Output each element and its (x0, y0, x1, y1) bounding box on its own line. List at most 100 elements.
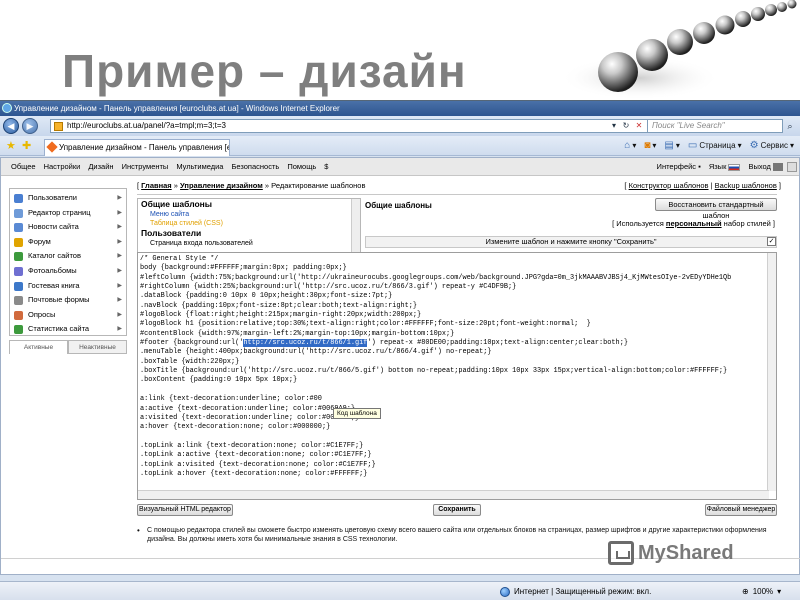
url-dropdown-icon[interactable]: ▾ (608, 120, 620, 132)
chevron-right-icon: ▶ (117, 282, 122, 289)
file-manager-button[interactable]: Файловый менеджер (705, 504, 777, 516)
command-bar: ⌂ ▾ ◙ ▾ ▤ ▾ ▭ Страница ▾ ⚙ Сервис ▾ (624, 139, 794, 153)
tools-menu-label: Сервис (760, 141, 788, 150)
menu-item-design[interactable]: Дизайн (88, 158, 113, 176)
sidebar-item-mail[interactable]: Почтовые формы ▶ (10, 293, 126, 308)
sidebar-item-label: Статистика сайта (28, 324, 90, 334)
add-favorites-icon[interactable]: ✚ (22, 139, 31, 152)
interface-menu[interactable]: Интерфейс ▪ (657, 158, 701, 176)
sidebar-item-guestbook[interactable]: Гостевая книга ▶ (10, 279, 126, 294)
sidebar-item-forum[interactable]: Форум ▶ (10, 235, 126, 250)
print-button[interactable]: ▤ ▾ (664, 139, 679, 153)
page-menu-icon: ▭ (687, 140, 698, 151)
code-line[interactable]: .dataBlock {padding:0 10px 0 10px;height… (140, 292, 766, 301)
favorites-star-icon[interactable]: ★ (6, 139, 16, 152)
code-line[interactable]: .boxTable {width:220px;} (140, 358, 766, 367)
code-line[interactable]: #contentBlock {width:97%;margin-left:2%;… (140, 330, 766, 339)
language-label: Язык (708, 162, 727, 171)
browser-window: Управление дизайном - Панель управления … (0, 100, 800, 600)
tab-active[interactable]: Активные (9, 340, 68, 354)
code-line[interactable]: .topLink a:visited {text-decoration:none… (140, 461, 766, 470)
code-line[interactable]: a:active {text-decoration:underline; col… (140, 405, 766, 414)
option-checkbox[interactable]: ✓ (767, 237, 776, 246)
menu-item-settings[interactable]: Настройки (44, 158, 81, 176)
menu-item-help[interactable]: Помощь (287, 158, 316, 176)
search-input[interactable]: Поиск "Live Search" (647, 119, 783, 133)
url-input[interactable]: http://euroclubs.at.ua/panel/?a=tmpl;m=3… (50, 119, 660, 133)
minimize-icon[interactable] (787, 162, 797, 172)
zoom-control[interactable]: ⊕ 100% ▾ (742, 582, 781, 600)
menu-item-dollar[interactable]: $ (324, 158, 328, 176)
code-line[interactable]: .topLink a:hover {text-decoration:none; … (140, 470, 766, 479)
exit-link[interactable]: Выход (748, 158, 783, 176)
page-menu-button[interactable]: ▭ Страница ▾ (688, 139, 742, 153)
template-item-css[interactable]: Таблица стилей (CSS) (138, 219, 360, 228)
stats-icon (14, 325, 23, 335)
editor-horizontal-scrollbar[interactable] (138, 490, 769, 499)
code-line[interactable]: a:link {text-decoration:underline; color… (140, 395, 766, 404)
sidebar-item-pages[interactable]: Редактор страниц ▶ (10, 206, 126, 221)
breadcrumb-home[interactable]: Главная (141, 181, 172, 190)
search-placeholder: Поиск "Live Search" (652, 121, 725, 130)
sidebar-item-photo[interactable]: Фотоальбомы ▶ (10, 264, 126, 279)
code-line[interactable]: /* General Style */ (140, 255, 766, 264)
tab-design-panel[interactable]: Управление дизайном - Панель управления … (44, 139, 230, 156)
code-line[interactable]: #logoBlock {float:right;height:215px;mar… (140, 311, 766, 320)
feeds-button[interactable]: ◙ ▾ (644, 139, 656, 153)
code-line[interactable]: #footer {background:url('http://src.ucoz… (140, 339, 766, 348)
code-line[interactable]: #leftColumn {width:75%;background:url('h… (140, 274, 766, 283)
menu-item-multimedia[interactable]: Мультимедиа (176, 158, 223, 176)
stop-icon[interactable]: ✕ (633, 120, 645, 132)
menu-item-tools[interactable]: Инструменты (122, 158, 169, 176)
editor-vertical-scrollbar[interactable] (767, 253, 776, 491)
menu-item-security[interactable]: Безопасность (231, 158, 279, 176)
template-constructor-link[interactable]: Конструктор шаблонов (629, 181, 709, 190)
search-icon[interactable]: ⌕ (783, 119, 797, 133)
template-item-login[interactable]: Страница входа пользователей (138, 239, 360, 248)
template-list[interactable]: Общие шаблоны Меню сайта Таблица стилей … (137, 198, 361, 256)
back-button[interactable]: ◀ (3, 118, 19, 134)
tab-inactive[interactable]: Неактивные (68, 340, 127, 354)
breadcrumb-design[interactable]: Управление дизайном (180, 181, 263, 190)
template-list-scrollbar[interactable] (351, 199, 360, 255)
css-code-editor[interactable]: /* General Style */body {background:#FFF… (137, 252, 777, 500)
code-line[interactable]: #rightColumn {width:25%;background:url('… (140, 283, 766, 292)
code-line[interactable]: .topLink a:active {text-decoration:none;… (140, 451, 766, 460)
tools-menu-button[interactable]: ⚙ Сервис ▾ (750, 139, 794, 153)
sidebar-item-catalog[interactable]: Каталог сайтов ▶ (10, 249, 126, 264)
page-menu-label: Страница (699, 141, 736, 150)
code-line[interactable]: .topLink a:link {text-decoration:none; c… (140, 442, 766, 451)
save-button[interactable]: Сохранить (433, 504, 481, 516)
code-line[interactable]: a:hover {text-decoration:none; color:#00… (140, 423, 766, 432)
refresh-icon[interactable]: ↻ (620, 120, 632, 132)
code-line[interactable] (140, 386, 766, 395)
code-text[interactable]: /* General Style */body {background:#FFF… (140, 255, 766, 479)
forward-button[interactable]: ▶ (22, 118, 38, 134)
sidebar-item-users[interactable]: Пользователи ▶ (10, 191, 126, 206)
code-line[interactable] (140, 433, 766, 442)
code-line[interactable]: .navBlock {padding:10px;font-size:8pt;cl… (140, 302, 766, 311)
site-icon (46, 141, 58, 153)
sidebar-item-polls[interactable]: Опросы ▶ (10, 308, 126, 323)
code-line[interactable]: a:visited {text-decoration:underline; co… (140, 414, 766, 423)
code-line[interactable]: .boxTitle {background:url('http://src.uc… (140, 367, 766, 376)
security-zone: Интернет | Защищенный режим: вкл. (500, 582, 651, 600)
visual-editor-button[interactable]: Визуальный HTML редактор (137, 504, 233, 516)
sidebar-item-stats[interactable]: Статистика сайта ▶ (10, 322, 126, 337)
code-line[interactable]: #logoBlock h1 {position:relative;top:30%… (140, 320, 766, 329)
menu-item-general[interactable]: Общее (11, 158, 36, 176)
menu-right: Интерфейс ▪ Язык Выход (657, 158, 783, 176)
code-line[interactable]: body {background:#FFFFFF;margin:0px; pad… (140, 264, 766, 273)
home-button[interactable]: ⌂ ▾ (624, 139, 636, 153)
sidebar-item-label: Новости сайта (28, 222, 79, 232)
sidebar-item-news[interactable]: Новости сайта ▶ (10, 220, 126, 235)
code-line[interactable]: .menuTable {height:400px;background:url(… (140, 348, 766, 357)
language-menu[interactable]: Язык (709, 158, 741, 176)
personal-style-link[interactable]: персональный (666, 219, 722, 228)
template-backup-link[interactable]: Backup шаблонов (715, 181, 777, 190)
template-item-menu[interactable]: Меню сайта (138, 210, 360, 219)
code-line[interactable]: .boxContent {padding:0 10px 5px 10px;} (140, 376, 766, 385)
chevron-right-icon: ▶ (117, 253, 122, 260)
dropdown-icon: ▪ (698, 162, 701, 171)
restore-default-button[interactable]: Восстановить стандартный шаблон (655, 198, 777, 220)
